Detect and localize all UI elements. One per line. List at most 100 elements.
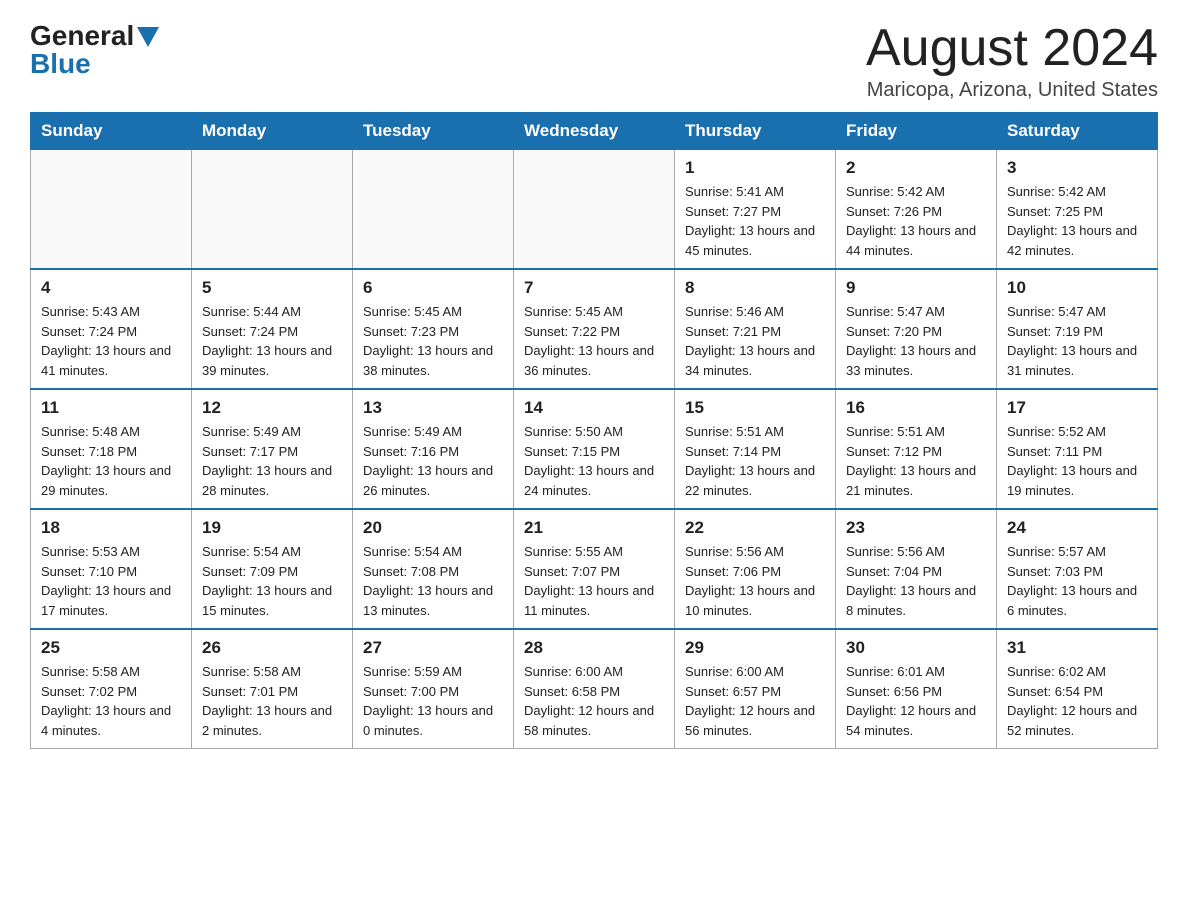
day-number: 22 [685, 518, 825, 538]
calendar-week-row: 11 Sunrise: 5:48 AM Sunset: 7:18 PM Dayli… [31, 389, 1158, 509]
day-info: Sunrise: 5:54 AM Sunset: 7:09 PM Dayligh… [202, 542, 342, 620]
day-number: 1 [685, 158, 825, 178]
calendar-day-cell [514, 150, 675, 270]
day-info: Sunrise: 6:01 AM Sunset: 6:56 PM Dayligh… [846, 662, 986, 740]
calendar-day-header: Sunday [31, 113, 192, 150]
calendar-week-row: 4 Sunrise: 5:43 AM Sunset: 7:24 PM Daylig… [31, 269, 1158, 389]
day-number: 10 [1007, 278, 1147, 298]
calendar-day-cell: 28 Sunrise: 6:00 AM Sunset: 6:58 PM Dayli… [514, 629, 675, 749]
day-number: 3 [1007, 158, 1147, 178]
calendar-day-cell: 15Sunrise: 5:51 AM Sunset: 7:14 PM Dayli… [675, 389, 836, 509]
day-info: Sunrise: 5:54 AM Sunset: 7:08 PM Dayligh… [363, 542, 503, 620]
day-info: Sunrise: 5:48 AM Sunset: 7:18 PM Dayligh… [41, 422, 181, 500]
day-number: 15 [685, 398, 825, 418]
day-number: 27 [363, 638, 503, 658]
day-info: Sunrise: 5:50 AM Sunset: 7:15 PM Dayligh… [524, 422, 664, 500]
calendar-day-cell [31, 150, 192, 270]
calendar-day-header: Thursday [675, 113, 836, 150]
day-number: 8 [685, 278, 825, 298]
day-number: 30 [846, 638, 986, 658]
day-info: Sunrise: 5:44 AM Sunset: 7:24 PM Dayligh… [202, 302, 342, 380]
day-number: 18 [41, 518, 181, 538]
day-number: 11 [41, 398, 181, 418]
day-number: 31 [1007, 638, 1147, 658]
calendar-day-cell: 23Sunrise: 5:56 AM Sunset: 7:04 PM Dayli… [836, 509, 997, 629]
calendar-day-cell: 20 Sunrise: 5:54 AM Sunset: 7:08 PM Dayli… [353, 509, 514, 629]
calendar-day-cell: 17Sunrise: 5:52 AM Sunset: 7:11 PM Dayli… [997, 389, 1158, 509]
calendar-day-cell: 7 Sunrise: 5:45 AM Sunset: 7:22 PM Daylig… [514, 269, 675, 389]
day-number: 5 [202, 278, 342, 298]
day-info: Sunrise: 5:58 AM Sunset: 7:01 PM Dayligh… [202, 662, 342, 740]
day-info: Sunrise: 5:53 AM Sunset: 7:10 PM Dayligh… [41, 542, 181, 620]
day-info: Sunrise: 5:56 AM Sunset: 7:04 PM Dayligh… [846, 542, 986, 620]
calendar-day-header: Friday [836, 113, 997, 150]
day-info: Sunrise: 5:59 AM Sunset: 7:00 PM Dayligh… [363, 662, 503, 740]
day-number: 7 [524, 278, 664, 298]
day-number: 6 [363, 278, 503, 298]
day-number: 25 [41, 638, 181, 658]
day-info: Sunrise: 5:41 AM Sunset: 7:27 PM Dayligh… [685, 182, 825, 260]
calendar-day-cell: 14 Sunrise: 5:50 AM Sunset: 7:15 PM Dayli… [514, 389, 675, 509]
calendar-day-header: Tuesday [353, 113, 514, 150]
day-info: Sunrise: 5:42 AM Sunset: 7:25 PM Dayligh… [1007, 182, 1147, 260]
calendar-header-row: SundayMondayTuesdayWednesdayThursdayFrid… [31, 113, 1158, 150]
calendar-day-header: Saturday [997, 113, 1158, 150]
day-info: Sunrise: 5:43 AM Sunset: 7:24 PM Dayligh… [41, 302, 181, 380]
day-info: Sunrise: 5:45 AM Sunset: 7:22 PM Dayligh… [524, 302, 664, 380]
day-number: 20 [363, 518, 503, 538]
day-info: Sunrise: 5:47 AM Sunset: 7:19 PM Dayligh… [1007, 302, 1147, 380]
calendar-day-cell [353, 150, 514, 270]
calendar-day-cell: 26 Sunrise: 5:58 AM Sunset: 7:01 PM Dayli… [192, 629, 353, 749]
day-info: Sunrise: 5:57 AM Sunset: 7:03 PM Dayligh… [1007, 542, 1147, 620]
calendar-day-cell: 22 Sunrise: 5:56 AM Sunset: 7:06 PM Dayli… [675, 509, 836, 629]
calendar-day-cell: 10 Sunrise: 5:47 AM Sunset: 7:19 PM Dayli… [997, 269, 1158, 389]
day-number: 29 [685, 638, 825, 658]
calendar-day-cell: 29Sunrise: 6:00 AM Sunset: 6:57 PM Dayli… [675, 629, 836, 749]
day-info: Sunrise: 5:56 AM Sunset: 7:06 PM Dayligh… [685, 542, 825, 620]
logo-blue-text: Blue [30, 48, 91, 80]
day-info: Sunrise: 5:46 AM Sunset: 7:21 PM Dayligh… [685, 302, 825, 380]
calendar-day-cell: 31 Sunrise: 6:02 AM Sunset: 6:54 PM Dayli… [997, 629, 1158, 749]
day-info: Sunrise: 5:52 AM Sunset: 7:11 PM Dayligh… [1007, 422, 1147, 500]
calendar-day-cell: 2 Sunrise: 5:42 AM Sunset: 7:26 PM Daylig… [836, 150, 997, 270]
calendar-day-header: Wednesday [514, 113, 675, 150]
calendar-week-row: 25 Sunrise: 5:58 AM Sunset: 7:02 PM Dayli… [31, 629, 1158, 749]
logo: General Blue [30, 20, 159, 80]
page-header: General Blue August 2024 Maricopa, Arizo… [30, 20, 1158, 102]
calendar-day-cell: 25 Sunrise: 5:58 AM Sunset: 7:02 PM Dayli… [31, 629, 192, 749]
day-info: Sunrise: 6:02 AM Sunset: 6:54 PM Dayligh… [1007, 662, 1147, 740]
calendar-day-cell: 4 Sunrise: 5:43 AM Sunset: 7:24 PM Daylig… [31, 269, 192, 389]
day-number: 2 [846, 158, 986, 178]
day-info: Sunrise: 6:00 AM Sunset: 6:58 PM Dayligh… [524, 662, 664, 740]
day-info: Sunrise: 5:58 AM Sunset: 7:02 PM Dayligh… [41, 662, 181, 740]
day-number: 24 [1007, 518, 1147, 538]
day-number: 28 [524, 638, 664, 658]
day-info: Sunrise: 5:55 AM Sunset: 7:07 PM Dayligh… [524, 542, 664, 620]
calendar-table: SundayMondayTuesdayWednesdayThursdayFrid… [30, 112, 1158, 749]
calendar-day-cell [192, 150, 353, 270]
calendar-day-cell: 11 Sunrise: 5:48 AM Sunset: 7:18 PM Dayli… [31, 389, 192, 509]
calendar-day-cell: 12Sunrise: 5:49 AM Sunset: 7:17 PM Dayli… [192, 389, 353, 509]
day-info: Sunrise: 5:42 AM Sunset: 7:26 PM Dayligh… [846, 182, 986, 260]
day-number: 19 [202, 518, 342, 538]
calendar-day-cell: 16Sunrise: 5:51 AM Sunset: 7:12 PM Dayli… [836, 389, 997, 509]
day-number: 4 [41, 278, 181, 298]
calendar-day-cell: 27 Sunrise: 5:59 AM Sunset: 7:00 PM Dayli… [353, 629, 514, 749]
calendar-day-header: Monday [192, 113, 353, 150]
calendar-day-cell: 5 Sunrise: 5:44 AM Sunset: 7:24 PM Daylig… [192, 269, 353, 389]
calendar-day-cell: 21 Sunrise: 5:55 AM Sunset: 7:07 PM Dayli… [514, 509, 675, 629]
calendar-day-cell: 8 Sunrise: 5:46 AM Sunset: 7:21 PM Daylig… [675, 269, 836, 389]
calendar-day-cell: 9Sunrise: 5:47 AM Sunset: 7:20 PM Daylig… [836, 269, 997, 389]
title-section: August 2024 Maricopa, Arizona, United St… [866, 20, 1158, 102]
calendar-day-cell: 1 Sunrise: 5:41 AM Sunset: 7:27 PM Daylig… [675, 150, 836, 270]
day-number: 21 [524, 518, 664, 538]
day-number: 13 [363, 398, 503, 418]
day-number: 26 [202, 638, 342, 658]
day-number: 14 [524, 398, 664, 418]
location-text: Maricopa, Arizona, United States [866, 79, 1158, 102]
calendar-day-cell: 18 Sunrise: 5:53 AM Sunset: 7:10 PM Dayli… [31, 509, 192, 629]
calendar-day-cell: 24 Sunrise: 5:57 AM Sunset: 7:03 PM Dayli… [997, 509, 1158, 629]
day-info: Sunrise: 5:45 AM Sunset: 7:23 PM Dayligh… [363, 302, 503, 380]
day-number: 12 [202, 398, 342, 418]
calendar-week-row: 18 Sunrise: 5:53 AM Sunset: 7:10 PM Dayli… [31, 509, 1158, 629]
